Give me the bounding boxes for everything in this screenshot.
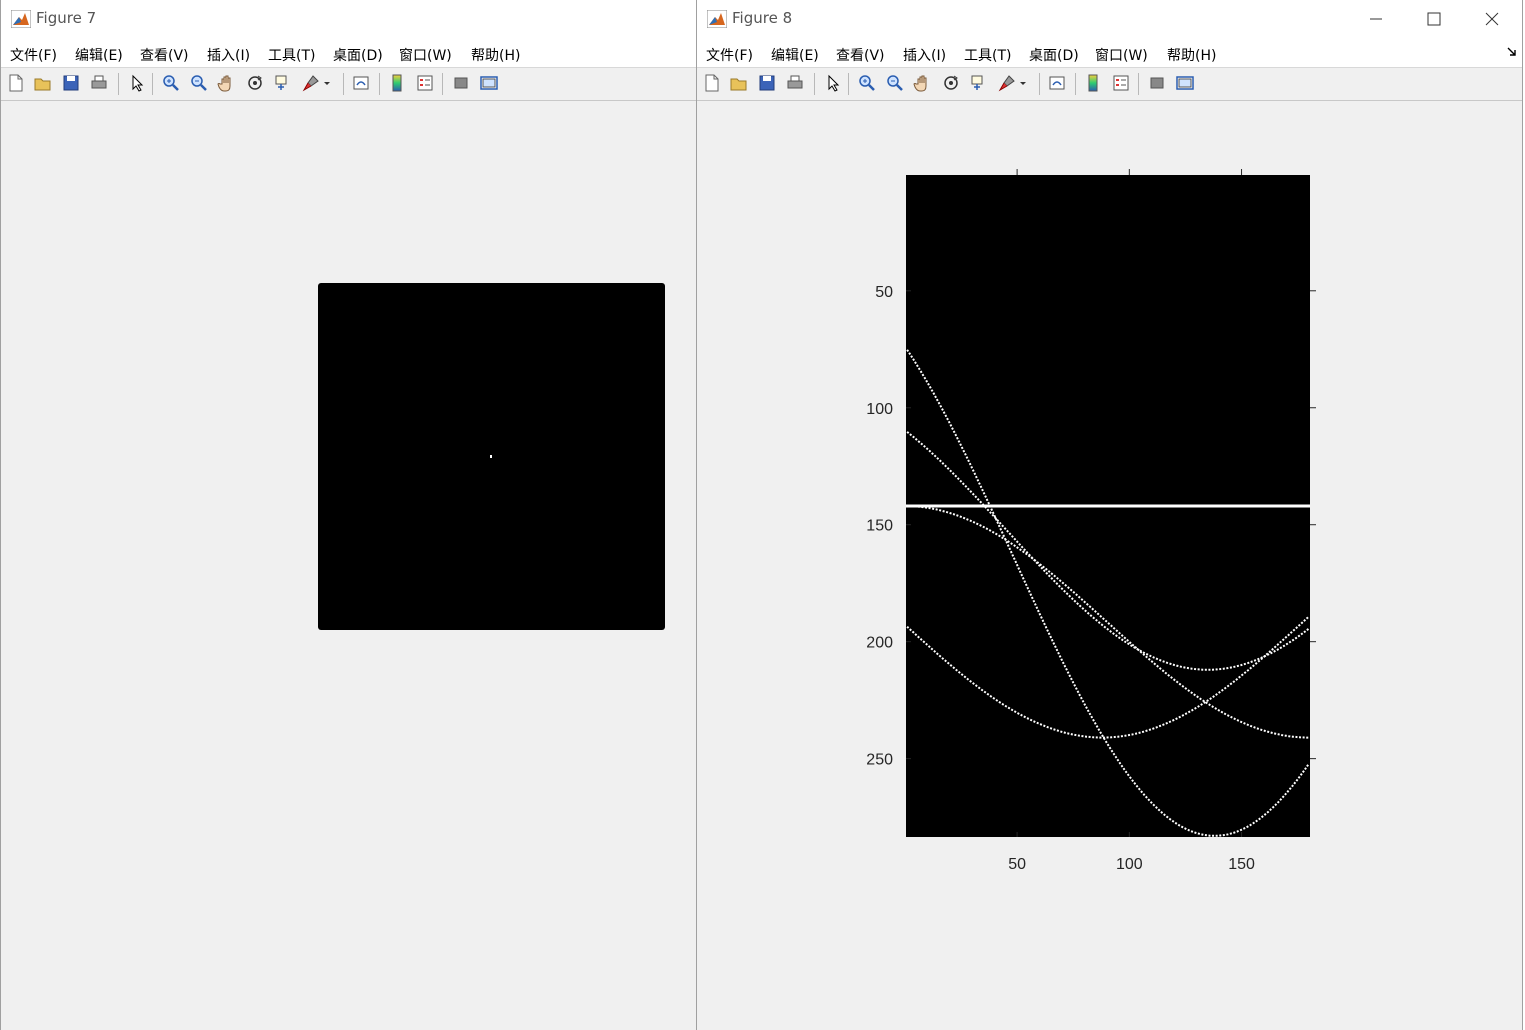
hide-plot-tools-icon[interactable] [451,73,471,93]
open-file-icon[interactable] [729,73,749,93]
figure-7-title: Figure 7 [36,9,97,27]
zoom-in-icon[interactable] [857,73,877,93]
brush-dropdown-icon[interactable] [1019,73,1027,93]
save-icon[interactable] [61,73,81,93]
brush-dropdown-icon[interactable] [323,73,331,93]
select-arrow-icon[interactable] [823,73,843,93]
figure-7-axes[interactable] [1,101,696,1030]
toolbar-separator [1039,73,1040,95]
toolbar-separator [442,73,443,95]
figure-7-canvas [1,101,696,1030]
new-figure-icon[interactable] [6,73,26,93]
menu-file[interactable]: 文件(F) [706,45,753,65]
legend-icon[interactable] [415,73,435,93]
toolbar-separator [814,73,815,95]
menu-file[interactable]: 文件(F) [10,45,57,65]
menu-view[interactable]: 查看(V) [836,45,885,65]
x-tick-label: 100 [1116,856,1143,873]
menu-tools[interactable]: 工具(T) [268,45,315,65]
y-tick-label: 150 [866,518,893,535]
menu-help[interactable]: 帮助(H) [1167,45,1216,65]
menu-tools[interactable]: 工具(T) [964,45,1011,65]
toolbar-separator [152,73,153,95]
zoom-in-icon[interactable] [161,73,181,93]
figure-8-titlebar[interactable]: Figure 8 [697,0,1522,38]
minimize-icon[interactable] [1347,0,1405,38]
toolbar-separator [343,73,344,95]
print-icon[interactable] [785,73,805,93]
menu-insert[interactable]: 插入(I) [207,45,250,65]
menu-desktop[interactable]: 桌面(D) [333,45,383,65]
figure-8-canvas: 50 100 150 50 100 150 200 250 [697,101,1522,1030]
legend-icon[interactable] [1111,73,1131,93]
zoom-out-icon[interactable] [189,73,209,93]
pan-hand-icon[interactable] [217,73,237,93]
pan-hand-icon[interactable] [913,73,933,93]
dock-arrow-icon[interactable] [1507,47,1517,57]
toolbar-separator [379,73,380,95]
save-icon[interactable] [757,73,777,93]
zoom-out-icon[interactable] [885,73,905,93]
single-white-pixel [490,455,492,458]
y-tick-label: 100 [866,401,893,418]
hide-plot-tools-icon[interactable] [1147,73,1167,93]
figure-7-menubar: 文件(F) 编辑(E) 查看(V) 插入(I) 工具(T) 桌面(D) 窗口(W… [1,38,696,68]
toolbar-separator [848,73,849,95]
menu-desktop[interactable]: 桌面(D) [1029,45,1079,65]
figure-7-titlebar[interactable]: Figure 7 [1,0,696,38]
matlab-icon [707,10,727,28]
rotate-3d-icon[interactable] [941,73,961,93]
toolbar-separator [1138,73,1139,95]
toolbar-separator [118,73,119,95]
colorbar-icon[interactable] [1083,73,1103,93]
brush-icon[interactable] [301,73,321,93]
figure-8-title: Figure 8 [732,9,793,27]
y-tick-label: 50 [875,284,893,301]
figure-8-window: Figure 8 文件(F) 编辑(E) 查看(V) 插入(I) 工具(T) 桌… [696,0,1523,1030]
link-plot-icon[interactable] [1047,73,1067,93]
select-arrow-icon[interactable] [127,73,147,93]
link-plot-icon[interactable] [351,73,371,93]
menu-window[interactable]: 窗口(W) [399,45,452,65]
toolbar-separator [1075,73,1076,95]
maximize-icon[interactable] [1405,0,1463,38]
matlab-icon [11,10,31,28]
show-plot-tools-icon[interactable] [1175,73,1195,93]
hough-axes[interactable]: 50 100 150 50 100 150 200 250 [697,101,1522,1030]
x-tick-label: 150 [1228,856,1255,873]
data-cursor-icon[interactable] [273,73,293,93]
y-tick-label: 200 [866,635,893,652]
menu-insert[interactable]: 插入(I) [903,45,946,65]
y-tick-label: 250 [866,752,893,769]
menu-window[interactable]: 窗口(W) [1095,45,1148,65]
open-file-icon[interactable] [33,73,53,93]
print-icon[interactable] [89,73,109,93]
rotate-3d-icon[interactable] [245,73,265,93]
figure-8-menubar: 文件(F) 编辑(E) 查看(V) 插入(I) 工具(T) 桌面(D) 窗口(W… [697,38,1522,68]
menu-view[interactable]: 查看(V) [140,45,189,65]
show-plot-tools-icon[interactable] [479,73,499,93]
brush-icon[interactable] [997,73,1017,93]
menu-help[interactable]: 帮助(H) [471,45,520,65]
colorbar-icon[interactable] [387,73,407,93]
figure-7-toolbar [1,68,696,101]
data-cursor-icon[interactable] [969,73,989,93]
menu-edit[interactable]: 编辑(E) [771,45,819,65]
close-icon[interactable] [1463,0,1521,38]
menu-edit[interactable]: 编辑(E) [75,45,123,65]
x-tick-label: 50 [1008,856,1026,873]
figure-7-window: Figure 7 文件(F) 编辑(E) 查看(V) 插入(I) 工具(T) 桌… [0,0,697,1030]
figure-8-toolbar [697,68,1522,101]
new-figure-icon[interactable] [702,73,722,93]
